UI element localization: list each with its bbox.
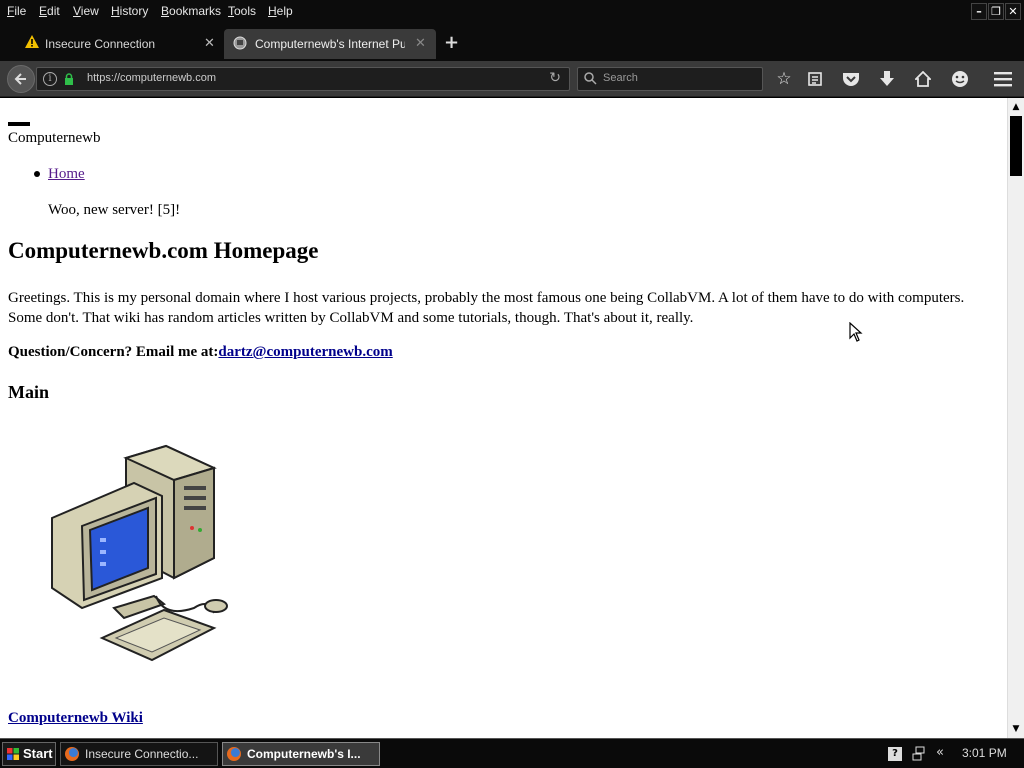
tab-computernewb[interactable]: Computernewb's Internet Pu... ✕ bbox=[224, 29, 436, 59]
taskbar-item-insecure-connection[interactable]: Insecure Connectio... bbox=[60, 742, 218, 766]
taskbar-item-computernewb[interactable]: Computernewb's I... bbox=[222, 742, 380, 766]
reload-icon[interactable]: ↻ bbox=[549, 70, 561, 86]
page-title: Computernewb.com Homepage bbox=[8, 238, 319, 263]
menu-view[interactable]: View bbox=[73, 4, 99, 18]
minimize-button[interactable]: – bbox=[971, 3, 987, 20]
windows-logo-icon bbox=[7, 748, 19, 760]
menu-history[interactable]: History bbox=[111, 4, 148, 18]
contact-line: Question/Concern? Email me at:dartz@comp… bbox=[8, 344, 393, 361]
tab-close-icon[interactable]: ✕ bbox=[415, 35, 426, 51]
home-link[interactable]: Home bbox=[48, 166, 85, 183]
menu-edit[interactable]: Edit bbox=[39, 4, 60, 18]
menu-help[interactable]: Help bbox=[268, 4, 293, 18]
header-bar bbox=[8, 122, 30, 126]
network-icon[interactable] bbox=[912, 746, 926, 762]
start-button[interactable]: Start bbox=[2, 742, 56, 766]
lock-icon bbox=[65, 73, 73, 85]
home-icon[interactable] bbox=[912, 68, 934, 90]
start-label: Start bbox=[23, 746, 53, 761]
help-icon[interactable]: ? bbox=[888, 747, 902, 761]
navigation-toolbar: i https://computernewb.com ↻ Search ☆ bbox=[0, 61, 1024, 97]
hamburger-menu-icon[interactable] bbox=[992, 68, 1014, 90]
search-icon bbox=[584, 72, 597, 85]
bullet bbox=[34, 171, 40, 177]
smiley-feedback-icon[interactable] bbox=[949, 68, 971, 90]
clock[interactable]: 3:01 PM bbox=[962, 746, 1007, 760]
vertical-scrollbar[interactable]: ▲ ▼ bbox=[1007, 98, 1024, 738]
task-label: Insecure Connectio... bbox=[85, 747, 199, 761]
search-bar[interactable]: Search bbox=[577, 67, 763, 91]
main-heading: Main bbox=[8, 382, 50, 402]
back-arrow-icon bbox=[14, 73, 26, 85]
announcement: Woo, new server! [5]! bbox=[48, 202, 181, 218]
tab-label: Computernewb's Internet Pu... bbox=[255, 37, 405, 51]
warning-icon bbox=[25, 35, 39, 48]
back-button[interactable] bbox=[7, 65, 35, 93]
site-name: Computernewb bbox=[8, 130, 101, 146]
firefox-icon bbox=[65, 747, 79, 761]
firefox-icon bbox=[227, 747, 241, 761]
mouse-cursor-icon bbox=[849, 322, 863, 342]
reader-list-icon[interactable] bbox=[804, 68, 826, 90]
tab-insecure-connection[interactable]: Insecure Connection ✕ bbox=[16, 29, 222, 59]
menu-file[interactable]: File bbox=[7, 4, 26, 18]
download-icon[interactable] bbox=[876, 68, 898, 90]
menu-tools[interactable]: Tools bbox=[228, 4, 256, 18]
tab-close-icon[interactable]: ✕ bbox=[204, 35, 215, 51]
menu-bookmarks[interactable]: Bookmarks bbox=[161, 4, 221, 18]
scroll-down-arrow-icon[interactable]: ▼ bbox=[1009, 722, 1023, 736]
task-label: Computernewb's I... bbox=[247, 747, 361, 761]
wiki-link[interactable]: Computernewb Wiki bbox=[8, 710, 143, 727]
tab-strip: Insecure Connection ✕ Computernewb's Int… bbox=[0, 24, 1024, 61]
site-icon bbox=[233, 36, 247, 50]
contact-label: Question/Concern? Email me at: bbox=[8, 344, 219, 360]
page-content: Computernewb Home Woo, new server! [5]! … bbox=[0, 98, 1007, 738]
info-icon[interactable]: i bbox=[43, 72, 57, 86]
scroll-up-arrow-icon[interactable]: ▲ bbox=[1009, 100, 1023, 114]
url-bar[interactable]: i https://computernewb.com ↻ bbox=[36, 67, 570, 91]
contact-email-link[interactable]: dartz@computernewb.com bbox=[218, 344, 392, 360]
tray-expand-icon[interactable]: « bbox=[936, 745, 944, 760]
taskbar: Start Insecure Connectio... Computernewb… bbox=[0, 738, 1024, 768]
pocket-icon[interactable] bbox=[840, 68, 862, 90]
scroll-thumb[interactable] bbox=[1010, 116, 1022, 176]
tab-label: Insecure Connection bbox=[45, 37, 156, 51]
close-window-button[interactable]: ✕ bbox=[1005, 3, 1021, 20]
restore-button[interactable]: ❐ bbox=[988, 3, 1004, 20]
search-placeholder: Search bbox=[603, 72, 638, 84]
new-tab-button[interactable]: + bbox=[444, 32, 459, 53]
bookmark-star-icon[interactable]: ☆ bbox=[773, 68, 795, 90]
computer-illustration[interactable] bbox=[44, 438, 234, 663]
menu-bar: File Edit View History Bookmarks Tools H… bbox=[0, 0, 1024, 24]
url-text: https://computernewb.com bbox=[87, 72, 217, 84]
